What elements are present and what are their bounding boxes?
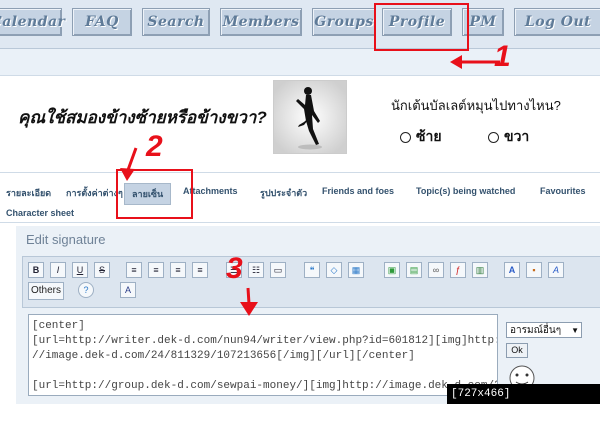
annotation-arrowhead-2 <box>120 168 135 181</box>
annotation-arrow-2 <box>126 147 138 171</box>
annotation-arrowhead-3 <box>240 302 258 316</box>
annotation-arrow-3 <box>246 287 251 305</box>
page: Calendar FAQ Search Members Groups Profi… <box>0 0 600 420</box>
watermark: [727x466] https://upic.me/ <box>447 384 600 420</box>
annotation-arrowhead-1 <box>450 55 462 69</box>
annotation-arrows <box>120 55 500 316</box>
